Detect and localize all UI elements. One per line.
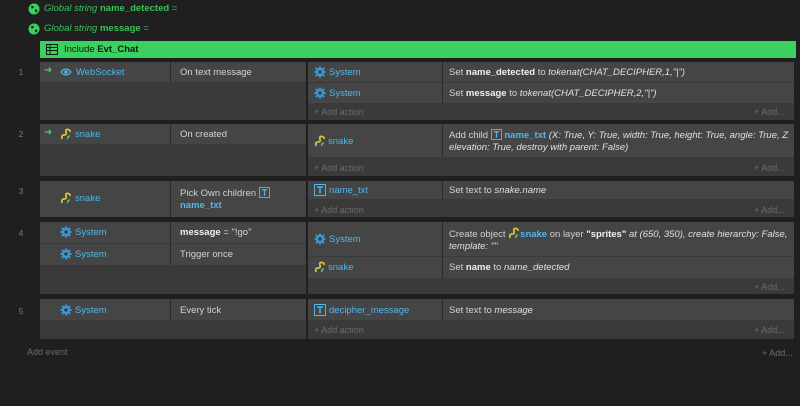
add-action-button[interactable]: + Add action [314, 163, 364, 173]
add-event-button[interactable]: Add event [27, 347, 68, 357]
global-var-name: name_detected [99, 3, 170, 14]
global-var-prefix: Global string [44, 3, 98, 14]
snake-sprite-icon [60, 128, 72, 140]
condition-text[interactable]: On created [180, 129, 227, 140]
action-object[interactable]: snake [328, 136, 353, 147]
gear-icon [60, 226, 72, 238]
gear-icon [314, 87, 326, 99]
trigger-arrow-icon: ➜ [44, 65, 53, 76]
action-object[interactable]: System [329, 234, 361, 245]
include-event-sheet[interactable]: Include Evt_Chat [40, 41, 796, 58]
condition-object[interactable]: System [75, 249, 107, 260]
text-object-icon [314, 184, 326, 196]
global-var-name-detected[interactable]: Global string name_detected = [44, 0, 177, 18]
event-number: 1 [18, 67, 24, 77]
add-more-button[interactable]: + Add... [762, 348, 793, 358]
action-text[interactable]: Set name to name_detected [449, 262, 569, 273]
add-action-button[interactable]: + Add action [314, 325, 364, 335]
add-more-button[interactable]: + Add... [754, 163, 785, 173]
add-action-button[interactable]: + Add action [314, 205, 364, 215]
gear-icon [60, 304, 72, 316]
action-text[interactable]: Create object snake on layer "sprites" a… [449, 227, 791, 253]
action-object[interactable]: snake [328, 262, 353, 273]
event-sheet-icon [46, 44, 58, 55]
add-more-button[interactable]: + Add... [754, 107, 785, 117]
condition-object[interactable]: snake [75, 129, 100, 140]
action-object[interactable]: System [329, 88, 361, 99]
action-object[interactable]: name_txt [329, 185, 368, 196]
event-number: 3 [18, 186, 24, 196]
global-var-name: message [99, 23, 141, 34]
snake-sprite-icon [60, 192, 72, 204]
text-object-icon [259, 187, 270, 198]
condition-param[interactable]: name_txt [180, 200, 222, 211]
add-more-button[interactable]: + Add... [754, 205, 785, 215]
action-text[interactable]: Set name_detected to tokenat(CHAT_DECIPH… [449, 67, 685, 78]
snake-sprite-icon [508, 227, 520, 239]
condition-text[interactable]: Every tick [180, 305, 221, 316]
global-var-prefix: Global string [44, 23, 98, 34]
trigger-arrow-icon: ➜ [44, 127, 53, 138]
text-object-icon [314, 304, 326, 316]
event-number: 2 [18, 129, 24, 139]
action-row[interactable] [308, 181, 794, 199]
action-text[interactable]: Set text to message [449, 305, 533, 316]
gear-icon [60, 248, 72, 260]
condition-object[interactable]: System [75, 227, 107, 238]
global-var-suffix: = [171, 3, 178, 14]
condition-object[interactable]: System [75, 305, 107, 316]
include-label: Include [64, 44, 95, 55]
action-object[interactable]: decipher_message [329, 305, 409, 316]
include-sheet-name: Evt_Chat [97, 44, 139, 55]
websocket-icon [60, 66, 72, 78]
globe-icon [28, 3, 40, 15]
condition-object[interactable]: WebSocket [76, 67, 124, 78]
gear-icon [314, 233, 326, 245]
event-number: 4 [18, 228, 24, 238]
global-var-suffix: = [143, 23, 149, 34]
snake-sprite-icon [314, 261, 326, 273]
condition-text[interactable]: Trigger once [180, 249, 233, 260]
condition-text[interactable]: On text message [180, 67, 252, 78]
global-var-message[interactable]: Global string message = [44, 20, 149, 38]
action-text[interactable]: Add child name_txt (X: True, Y: True, wi… [449, 129, 791, 154]
text-object-icon [491, 129, 502, 140]
add-more-button[interactable]: + Add... [754, 282, 785, 292]
event-number: 5 [18, 306, 24, 316]
action-text[interactable]: Set message to tokenat(CHAT_DECIPHER,2,"… [449, 88, 657, 99]
add-action-button[interactable]: + Add action [314, 107, 364, 117]
gear-icon [314, 66, 326, 78]
action-text[interactable]: Set text to snake.name [449, 185, 546, 196]
globe-icon [28, 23, 40, 35]
condition-text[interactable]: message = "!go" [180, 227, 251, 238]
add-more-button[interactable]: + Add... [754, 325, 785, 335]
condition-object[interactable]: snake [75, 193, 100, 204]
snake-sprite-icon [314, 135, 326, 147]
action-object[interactable]: System [329, 67, 361, 78]
condition-text[interactable]: Pick Own children [180, 187, 270, 199]
